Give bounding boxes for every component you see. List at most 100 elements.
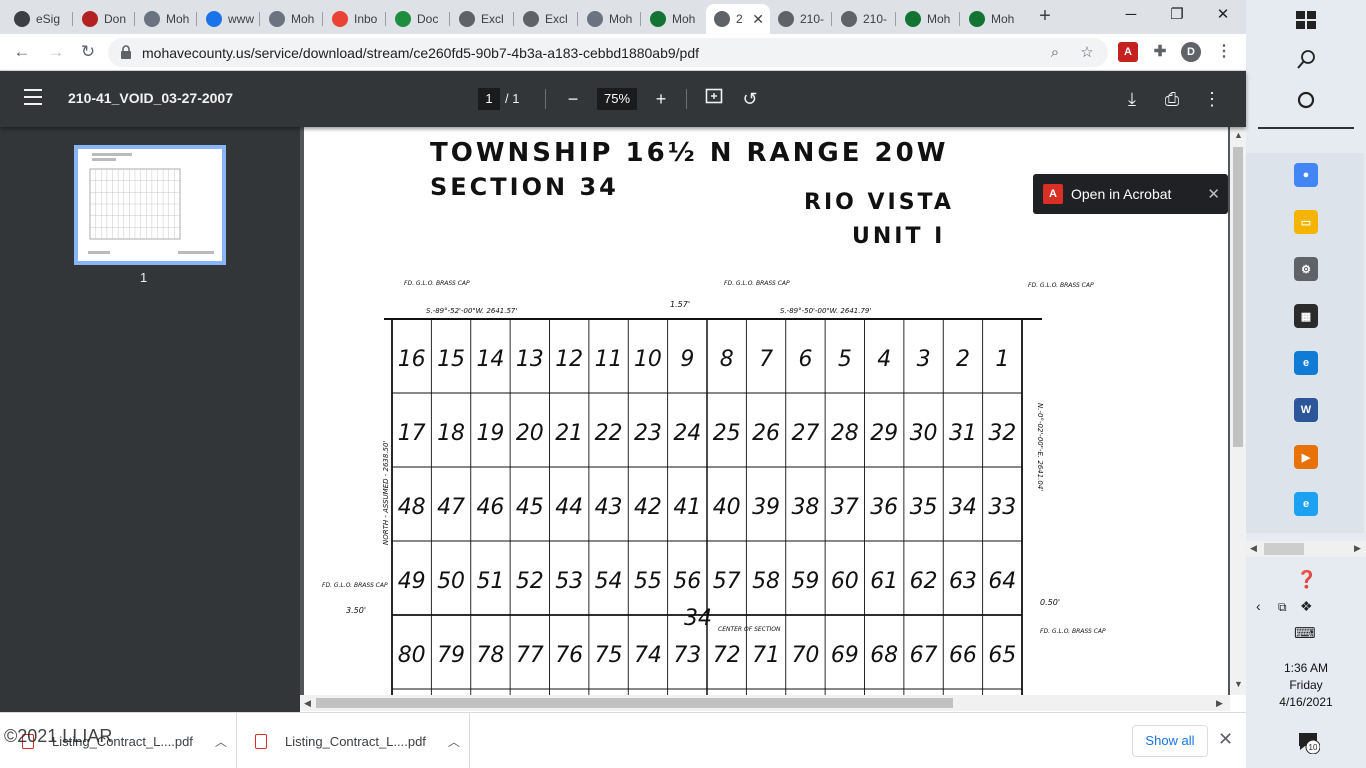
close-download-bar-icon[interactable]: ✕ [1218, 729, 1233, 750]
tab-close-icon[interactable]: ✕ [752, 11, 764, 28]
cortana-icon[interactable] [1294, 88, 1318, 112]
parcel-number: 19 [476, 421, 504, 446]
scroll-left-arrow-icon[interactable]: ◀ [1250, 543, 1257, 554]
taskbar-scroll-thumb[interactable] [1264, 543, 1304, 555]
zoom-search-icon[interactable]: ⌕ [1044, 42, 1066, 64]
horizontal-scrollbar[interactable]: ◀ ▶ [300, 695, 1230, 711]
tab-11[interactable]: Moh [642, 4, 704, 34]
tab-separator [449, 12, 450, 26]
parcel-number: 63 [949, 569, 977, 594]
parcel-grid: 16 15 14 13 12 11 10 9 8 7 6 5 4 3 2 117 18 19 20 21 22 23 24 2… [384, 318, 1042, 695]
tab-10[interactable]: Moh [579, 4, 641, 34]
parcel-number: 33 [988, 495, 1016, 520]
fit-to-page-icon[interactable] [702, 87, 726, 111]
tab-8[interactable]: Excl [451, 4, 513, 34]
tab-2[interactable]: Don [74, 4, 136, 34]
new-tab-button[interactable]: + [1034, 5, 1056, 27]
tab-12[interactable]: 2 ✕ [706, 4, 770, 34]
page-thumbnail[interactable] [74, 145, 226, 265]
chrome-menu-icon[interactable]: ⋮ [1214, 42, 1234, 62]
tab-4[interactable]: www [198, 4, 260, 34]
system-clock[interactable]: 1:36 AM Friday 4/16/2021 [1246, 660, 1366, 711]
meet-now-icon[interactable]: ⧉ [1278, 600, 1287, 615]
download-item[interactable]: Listing_Contract_L....pdf ︿ [255, 713, 460, 768]
chevron-up-icon[interactable]: ︿ [215, 733, 227, 750]
scroll-down-arrow-icon[interactable]: ▼ [1234, 679, 1243, 689]
notification-center-icon[interactable]: 10 [1296, 730, 1320, 754]
media-icon[interactable]: ▶ [1294, 445, 1318, 469]
parcel-number: 60 [831, 569, 859, 594]
tab-1[interactable]: eSig [6, 4, 68, 34]
tab-3[interactable]: Moh [136, 4, 198, 34]
acrobat-extension-icon[interactable]: A [1118, 42, 1138, 62]
parcel-number: 44 [555, 495, 583, 520]
word-icon[interactable]: W [1294, 398, 1318, 422]
ie-icon[interactable]: e [1294, 492, 1318, 516]
scroll-up-arrow-icon[interactable]: ▲ [1234, 130, 1243, 140]
tab-6[interactable]: Inbo [324, 4, 386, 34]
globe-icon [523, 11, 539, 27]
download-icon[interactable]: ⤓ [1120, 87, 1144, 111]
horizontal-scroll-thumb[interactable] [316, 698, 953, 708]
parcel-number: 39 [752, 495, 780, 520]
tab-13[interactable]: 210- [770, 4, 832, 34]
tab-7[interactable]: Doc [387, 4, 449, 34]
parcel-number: 73 [673, 643, 701, 668]
document-title: 210-41_VOID_03-27-2007 [68, 90, 234, 106]
chevron-up-icon[interactable]: ︿ [448, 733, 460, 750]
rotate-icon[interactable]: ↺ [738, 87, 762, 111]
more-options-icon[interactable]: ⋮ [1200, 87, 1224, 111]
search-icon[interactable] [1294, 48, 1318, 72]
chevron-left-icon[interactable]: ‹ [1256, 598, 1261, 614]
vertical-scrollbar[interactable]: ▲ ▼ [1230, 127, 1246, 695]
parcel-number: 43 [595, 495, 623, 520]
tab-14[interactable]: 210- [833, 4, 895, 34]
hamburger-menu-icon[interactable] [24, 89, 42, 105]
maximize-button[interactable]: ❐ [1154, 0, 1200, 30]
bing-icon [206, 11, 222, 27]
taskbar-scrollbar[interactable]: ◀ ▶ [1246, 541, 1366, 557]
close-window-button[interactable]: ✕ [1200, 0, 1246, 30]
keyboard-icon[interactable]: ⌨ [1294, 624, 1316, 642]
reload-button[interactable]: ↻ [76, 40, 100, 64]
chrome-icon[interactable]: ● [1294, 163, 1318, 187]
dropbox-icon[interactable]: ❖ [1300, 598, 1313, 615]
vertical-scroll-thumb[interactable] [1233, 147, 1243, 447]
tab-separator [640, 12, 641, 26]
forward-button[interactable]: → [44, 40, 68, 64]
help-icon[interactable]: ❓ [1296, 570, 1317, 590]
scroll-right-arrow-icon[interactable]: ▶ [1354, 543, 1361, 554]
file-explorer-icon[interactable]: ▭ [1294, 210, 1318, 234]
tab-15[interactable]: Moh [897, 4, 959, 34]
download-divider [236, 713, 237, 768]
zoom-in-button[interactable]: + [649, 87, 673, 111]
parcel-number: 37 [831, 495, 859, 520]
print-icon[interactable]: ⎙ [1160, 87, 1184, 111]
bookmark-star-icon[interactable]: ☆ [1076, 42, 1098, 64]
tab-16[interactable]: Moh [961, 4, 1023, 34]
scroll-right-arrow-icon[interactable]: ▶ [1216, 698, 1223, 709]
windows-start-icon[interactable] [1294, 8, 1318, 32]
parcel-number: 50 [437, 569, 465, 594]
extensions-puzzle-icon[interactable]: ✚ [1150, 42, 1170, 62]
edge-icon[interactable]: e [1294, 351, 1318, 375]
zoom-out-button[interactable]: − [561, 87, 585, 111]
tab-9[interactable]: Excl [515, 4, 577, 34]
tab-5[interactable]: Moh [261, 4, 323, 34]
county-seal-icon [269, 11, 285, 27]
store-icon[interactable]: ▦ [1294, 304, 1318, 328]
show-all-button[interactable]: Show all [1132, 725, 1208, 757]
profile-avatar[interactable]: D [1181, 42, 1201, 62]
open-in-acrobat-popup[interactable]: A Open in Acrobat ✕ [1033, 174, 1228, 214]
close-icon[interactable]: ✕ [1207, 185, 1220, 203]
back-button[interactable]: ← [10, 40, 34, 64]
address-bar[interactable]: mohavecounty.us/service/download/stream/… [108, 38, 1108, 67]
parcel-number: 55 [634, 569, 662, 594]
page-number-input[interactable]: 1 [478, 88, 500, 110]
notification-count: 10 [1309, 743, 1318, 752]
settings-icon[interactable]: ⚙ [1294, 257, 1318, 281]
minimize-button[interactable]: ─ [1108, 0, 1154, 30]
scroll-left-arrow-icon[interactable]: ◀ [304, 698, 311, 709]
tab-title: 2 [736, 12, 743, 26]
zoom-level-input[interactable]: 75% [597, 88, 637, 110]
